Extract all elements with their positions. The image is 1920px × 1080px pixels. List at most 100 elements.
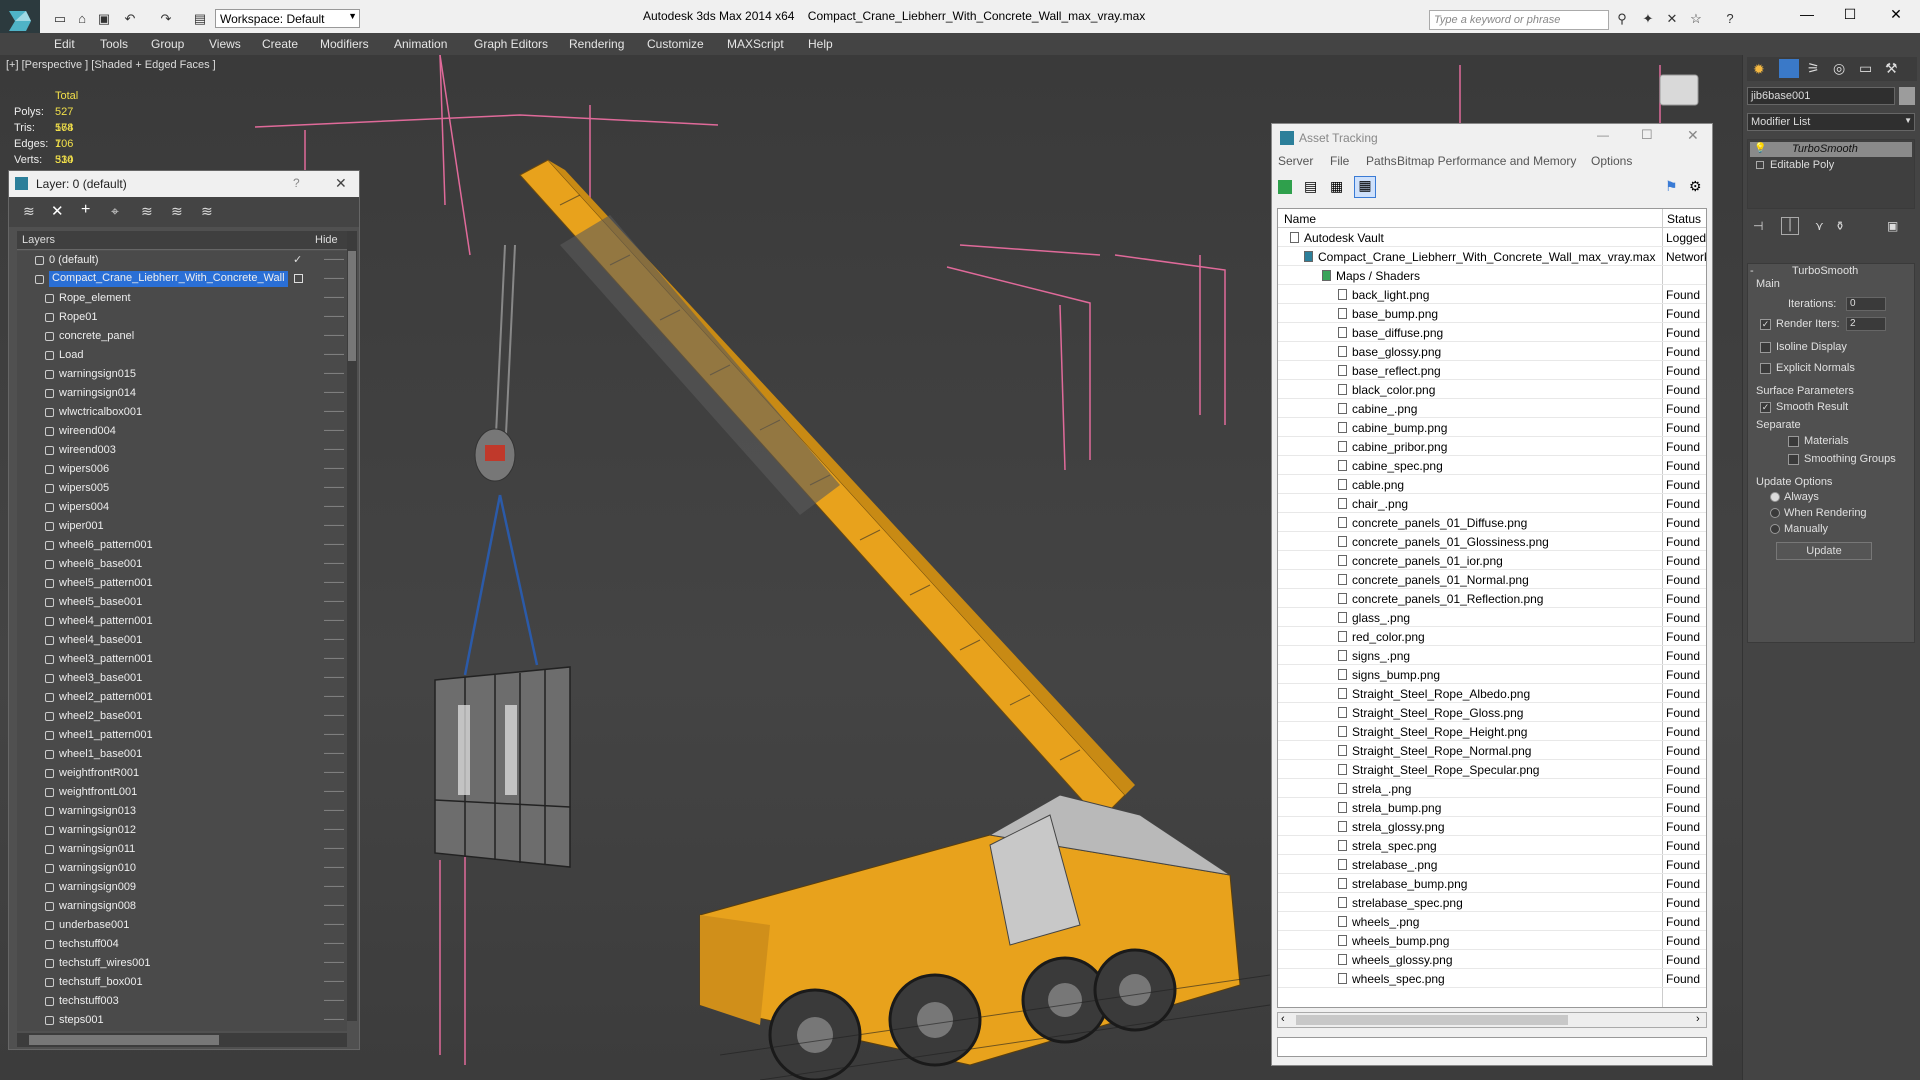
asset-row[interactable]: wheels_.png Found [1278, 912, 1706, 931]
hide-toggle[interactable]: —— [324, 558, 344, 569]
expand-icon[interactable] [1756, 161, 1764, 169]
layer-row[interactable]: wipers006 —— [17, 460, 347, 479]
when-rendering-radio[interactable] [1770, 508, 1780, 518]
hide-toggle[interactable]: —— [324, 786, 344, 797]
hide-toggle[interactable]: —— [324, 672, 344, 683]
menu-edit[interactable]: Edit [54, 37, 75, 51]
asset-row[interactable]: cabine_.png Found [1278, 399, 1706, 418]
scrollbar-thumb[interactable] [1296, 1015, 1568, 1025]
menu-help[interactable]: Help [808, 37, 833, 51]
freeze-all-icon[interactable]: ≋ [201, 203, 213, 220]
asset-status-field[interactable] [1277, 1037, 1707, 1057]
asset-row[interactable]: cabine_bump.png Found [1278, 418, 1706, 437]
update-button[interactable]: Update [1776, 542, 1872, 560]
asset-row[interactable]: wheels_glossy.png Found [1278, 950, 1706, 969]
asset-row[interactable]: base_diffuse.png Found [1278, 323, 1706, 342]
materials-checkbox[interactable] [1788, 436, 1799, 447]
layer-row[interactable]: wheel4_base001 —— [17, 631, 347, 650]
hide-toggle[interactable]: —— [324, 406, 344, 417]
configure-sets-icon[interactable]: ▣ [1887, 219, 1898, 233]
hide-toggle[interactable]: —— [324, 273, 344, 284]
binoculars-icon[interactable]: ⚲ [1614, 11, 1630, 27]
layer-row[interactable]: techstuff_box001 —— [17, 973, 347, 992]
layer-row[interactable]: 0 (default) ✓ —— [17, 251, 347, 270]
viewport-label[interactable]: [+] [Perspective ] [Shaded + Edged Faces… [6, 59, 216, 71]
hide-toggle[interactable]: —— [324, 596, 344, 607]
thumbnail-view-icon[interactable]: ▦ [1330, 178, 1343, 195]
asset-row[interactable]: signs_bump.png Found [1278, 665, 1706, 684]
hide-toggle[interactable]: —— [324, 710, 344, 721]
maximize-icon[interactable]: ☐ [1641, 127, 1653, 143]
layer-row[interactable]: warningsign013 —— [17, 802, 347, 821]
minimize-icon[interactable]: — [1797, 6, 1817, 26]
layer-row[interactable]: warningsign014 —— [17, 384, 347, 403]
layer-row[interactable]: Compact_Crane_Liebherr_With_Concrete_Wal… [17, 270, 347, 289]
menu-views[interactable]: Views [209, 37, 241, 51]
asset-row[interactable]: Straight_Steel_Rope_Normal.png Found [1278, 741, 1706, 760]
project-folder-icon[interactable]: ▤ [192, 11, 208, 27]
hide-toggle[interactable]: —— [324, 881, 344, 892]
asset-row[interactable]: Straight_Steel_Rope_Gloss.png Found [1278, 703, 1706, 722]
layer-row[interactable]: wheel5_base001 —— [17, 593, 347, 612]
asset-row[interactable]: Compact_Crane_Liebherr_With_Concrete_Wal… [1278, 247, 1706, 266]
hide-toggle[interactable]: —— [324, 805, 344, 816]
chevron-right-icon[interactable]: › [1696, 1013, 1700, 1025]
set-current-layer-icon[interactable] [294, 274, 303, 283]
smoothing-groups-checkbox[interactable] [1788, 454, 1799, 465]
layer-row[interactable]: Load —— [17, 346, 347, 365]
asset-row[interactable]: strela_glossy.png Found [1278, 817, 1706, 836]
status-column-header[interactable]: Status [1667, 212, 1701, 226]
manually-radio[interactable] [1770, 524, 1780, 534]
layer-row[interactable]: Rope01 —— [17, 308, 347, 327]
rollout-title[interactable]: TurboSmooth [1792, 265, 1858, 277]
communication-icon[interactable]: ✕ [1664, 11, 1680, 27]
hide-toggle[interactable]: —— [324, 292, 344, 303]
layer-row[interactable]: wheel4_pattern001 —— [17, 612, 347, 631]
asset-row[interactable]: strela_spec.png Found [1278, 836, 1706, 855]
minimize-icon[interactable]: — [1597, 128, 1609, 142]
layer-row[interactable]: wireend004 —— [17, 422, 347, 441]
hide-toggle[interactable]: —— [324, 615, 344, 626]
menu-tools[interactable]: Tools [100, 37, 128, 51]
asset-row[interactable]: Maps / Shaders [1278, 266, 1706, 285]
layer-row[interactable]: wireend003 —— [17, 441, 347, 460]
iterations-spinner[interactable]: 0 [1846, 297, 1886, 311]
table-view-icon[interactable]: ▦ [1354, 176, 1376, 198]
motion-tab-icon[interactable]: ◎ [1833, 60, 1845, 77]
hide-toggle[interactable]: —— [324, 653, 344, 664]
layer-row[interactable]: Rope_element —— [17, 289, 347, 308]
asset-row[interactable]: red_color.png Found [1278, 627, 1706, 646]
current-layer-check-icon[interactable]: ✓ [293, 253, 302, 266]
modifier-stack-item-editable-poly[interactable]: Editable Poly [1750, 158, 1912, 173]
lightbulb-icon[interactable]: 💡 [1754, 143, 1766, 154]
make-unique-icon[interactable]: ⋎ [1815, 219, 1824, 233]
asset-row[interactable]: base_bump.png Found [1278, 304, 1706, 323]
layer-row[interactable]: techstuff004 —— [17, 935, 347, 954]
name-column-header[interactable]: Name [1284, 212, 1316, 226]
asset-row[interactable]: strela_bump.png Found [1278, 798, 1706, 817]
asset-row[interactable]: Straight_Steel_Rope_Height.png Found [1278, 722, 1706, 741]
chevron-left-icon[interactable]: ‹ [1281, 1013, 1285, 1025]
render-iters-spinner[interactable]: 2 [1846, 317, 1886, 331]
asset-row[interactable]: back_light.png Found [1278, 285, 1706, 304]
menu-maxscript[interactable]: MAXScript [727, 37, 784, 51]
layer-row[interactable]: warningsign010 —— [17, 859, 347, 878]
layer-row[interactable]: wipers004 —— [17, 498, 347, 517]
modifier-stack-item-turbosmooth[interactable]: 💡 TurboSmooth [1750, 142, 1912, 157]
layer-row[interactable]: wheel6_pattern001 —— [17, 536, 347, 555]
hide-toggle[interactable]: —— [324, 938, 344, 949]
layer-row[interactable]: warningsign012 —— [17, 821, 347, 840]
hide-toggle[interactable]: —— [324, 577, 344, 588]
asset-row[interactable]: Straight_Steel_Rope_Albedo.png Found [1278, 684, 1706, 703]
select-objects-icon[interactable]: ⌖ [111, 203, 119, 220]
asset-horizontal-scrollbar[interactable]: ‹ › [1277, 1012, 1707, 1028]
asset-menu-server[interactable]: Server [1278, 154, 1313, 168]
hide-toggle[interactable]: —— [324, 482, 344, 493]
render-iters-checkbox[interactable]: ✓ [1760, 319, 1771, 330]
layer-panel-titlebar[interactable]: Layer: 0 (default) ? ✕ [9, 171, 359, 197]
add-to-layer-icon[interactable]: + [81, 201, 90, 219]
utilities-tab-icon[interactable]: ⚒ [1885, 60, 1898, 77]
layer-row[interactable]: wiper001 —— [17, 517, 347, 536]
refresh-icon[interactable] [1278, 180, 1292, 194]
hide-toggle[interactable]: —— [324, 387, 344, 398]
